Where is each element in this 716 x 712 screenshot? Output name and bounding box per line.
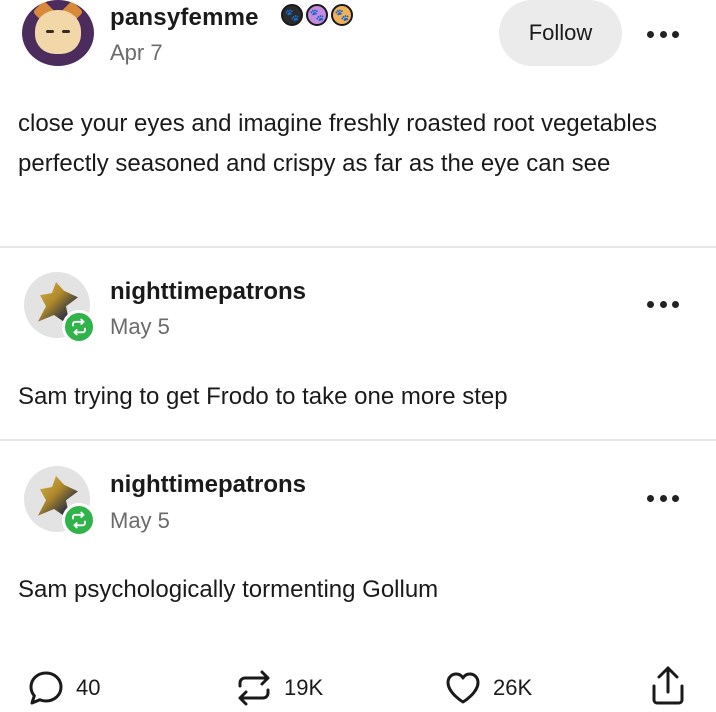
reblog-body-text: Sam trying to get Frodo to take one more…: [18, 383, 508, 410]
reblog-username[interactable]: nighttimepatrons: [110, 278, 306, 306]
comment-count: 40: [76, 675, 101, 700]
more-options-icon[interactable]: [643, 488, 683, 508]
reblog-date[interactable]: May 5: [110, 314, 170, 340]
post-body-text: close your eyes and imagine freshly roas…: [18, 110, 658, 177]
reblog-button[interactable]: 19K: [234, 668, 323, 708]
like-button[interactable]: 26K: [443, 668, 532, 708]
reblog-body-text: Sam psychologically tormenting Gollum: [18, 576, 439, 603]
divider: [0, 439, 716, 441]
reblog-username[interactable]: nighttimepatrons: [110, 471, 306, 499]
avatar-eye: [62, 30, 70, 33]
reblog-icon: [62, 310, 96, 344]
author-username[interactable]: pansyfemme: [110, 4, 259, 32]
avatar-eye: [46, 30, 54, 33]
divider: [0, 246, 716, 248]
reblog-date[interactable]: May 5: [110, 508, 170, 534]
user-badges: 🐾 🐾 🐾: [281, 4, 353, 26]
heart-icon: [446, 672, 480, 704]
more-options-icon[interactable]: [643, 24, 683, 44]
reblog-count: 19K: [284, 675, 324, 700]
avatar-face: [35, 10, 81, 54]
paw-badge-orange-icon[interactable]: 🐾: [331, 4, 353, 26]
share-button[interactable]: [648, 664, 688, 708]
post-header: pansyfemme 🐾 🐾 🐾 Apr 7 Follow: [0, 0, 716, 90]
comment-button[interactable]: 40: [26, 668, 100, 708]
paw-badge-purple-icon[interactable]: 🐾: [306, 4, 328, 26]
reblog-icon: [62, 503, 96, 537]
paw-badge-dark-icon[interactable]: 🐾: [281, 4, 303, 26]
post-date[interactable]: Apr 7: [110, 40, 163, 66]
author-avatar[interactable]: [22, 0, 94, 66]
follow-button[interactable]: Follow: [499, 0, 622, 66]
share-icon: [652, 666, 684, 705]
more-options-icon[interactable]: [643, 294, 683, 314]
like-count: 26K: [493, 675, 533, 700]
comment-icon: [29, 671, 63, 705]
reblog-icon: [238, 670, 270, 706]
